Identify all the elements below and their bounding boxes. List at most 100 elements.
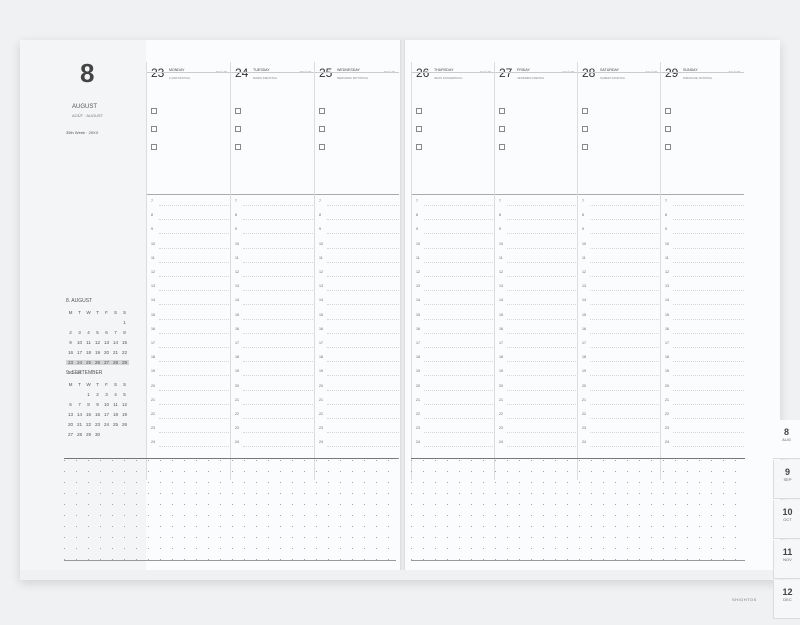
grid-dot	[507, 504, 508, 505]
grid-dot	[124, 504, 125, 505]
task-checkbox[interactable]	[151, 126, 157, 132]
mini-calendar-day: 14	[76, 412, 83, 417]
grid-dot	[435, 537, 436, 538]
grid-dot	[591, 526, 592, 527]
grid-dot	[519, 504, 520, 505]
mini-calendar-day: 21	[76, 422, 83, 427]
task-checkbox[interactable]	[319, 144, 325, 150]
grid-dot	[675, 460, 676, 461]
hour-line	[159, 233, 231, 235]
hour-label: 9	[499, 227, 501, 232]
grid-dot	[699, 504, 700, 505]
hour-line	[424, 261, 495, 264]
task-checkbox[interactable]	[151, 108, 157, 114]
grid-dot	[76, 460, 77, 461]
grid-dot	[136, 482, 137, 483]
hour-line	[327, 389, 399, 392]
grid-dot	[172, 482, 173, 483]
task-checkbox[interactable]	[499, 126, 505, 132]
task-checkbox[interactable]	[416, 144, 422, 150]
task-checkbox[interactable]	[319, 108, 325, 114]
task-checkbox[interactable]	[416, 108, 422, 114]
grid-dot	[124, 548, 125, 549]
month-tab-oct[interactable]: 10 OCT	[773, 500, 800, 539]
grid-dot	[136, 460, 137, 461]
task-checkbox[interactable]	[499, 108, 505, 114]
hour-line	[327, 375, 399, 377]
grid-dot	[64, 482, 65, 483]
hour-label: 8	[665, 213, 667, 218]
grid-dot	[591, 548, 592, 549]
task-checkbox[interactable]	[665, 126, 671, 132]
grid-dot	[76, 482, 77, 483]
grid-dot	[567, 493, 568, 494]
mini-calendar-day: 28	[111, 360, 120, 365]
grid-dot	[232, 515, 233, 516]
grid-dot	[663, 515, 664, 516]
grid-dot	[663, 460, 664, 461]
hour-label: 16	[665, 326, 669, 331]
task-checkbox[interactable]	[582, 108, 588, 114]
day-header-rule	[578, 72, 661, 73]
task-checkbox[interactable]	[416, 126, 422, 132]
hour-label: 16	[582, 326, 586, 331]
mini-calendar-day: 18	[85, 350, 92, 355]
month-tab-sep[interactable]: 9 SEP	[773, 460, 800, 499]
grid-dot	[160, 537, 161, 538]
hour-line	[507, 403, 578, 406]
grid-dot	[364, 537, 365, 538]
grid-dot	[471, 537, 472, 538]
grid-dot	[124, 537, 125, 538]
task-checkbox[interactable]	[665, 108, 671, 114]
hour-line	[159, 318, 231, 321]
grid-dot	[723, 515, 724, 516]
task-checkbox[interactable]	[319, 126, 325, 132]
grid-dot	[735, 482, 736, 483]
hours-top-rule	[661, 194, 744, 195]
hour-line	[590, 304, 661, 306]
month-tab-nov[interactable]: 11 NOV	[773, 540, 800, 579]
grid-dot	[651, 515, 652, 516]
grid-dot	[423, 482, 424, 483]
mini-calendar-weekday: S	[113, 310, 118, 315]
task-checkbox[interactable]	[151, 144, 157, 150]
grid-dot	[184, 548, 185, 549]
grid-dot	[543, 537, 544, 538]
grid-dot	[364, 548, 365, 549]
month-tab-aug[interactable]: 8 AUG	[773, 420, 800, 459]
grid-dot	[495, 482, 496, 483]
grid-dot	[280, 526, 281, 527]
grid-dot	[531, 548, 532, 549]
task-checkbox[interactable]	[582, 126, 588, 132]
grid-dot	[244, 504, 245, 505]
grid-dot	[555, 493, 556, 494]
grid-dot	[471, 471, 472, 472]
grid-dot	[268, 471, 269, 472]
week-label: 35th Week · 20XX	[66, 130, 99, 135]
grid-dot	[220, 526, 221, 527]
grid-dot	[627, 471, 628, 472]
grid-dot	[256, 460, 257, 461]
task-checkbox[interactable]	[235, 144, 241, 150]
hour-label: 8	[319, 213, 321, 218]
hour-line	[243, 233, 315, 235]
hour-label: 22	[416, 412, 420, 416]
task-checkbox[interactable]	[582, 144, 588, 150]
mini-calendar-day: 27	[67, 432, 74, 437]
hour-label: 22	[499, 412, 503, 416]
task-checkbox[interactable]	[235, 108, 241, 114]
grid-dot	[328, 471, 329, 472]
grid-dot	[447, 537, 448, 538]
hour-label: 21	[416, 397, 420, 402]
task-checkbox[interactable]	[499, 144, 505, 150]
grid-dot	[459, 493, 460, 494]
hour-label: 23	[151, 426, 155, 431]
grid-dot	[196, 471, 197, 472]
month-tab-dec[interactable]: 12 DEC	[773, 580, 800, 619]
task-checkbox[interactable]	[665, 144, 671, 150]
hour-label: 24	[499, 440, 503, 445]
grid-dot	[172, 460, 173, 461]
grid-dot	[711, 471, 712, 472]
grid-dot	[112, 471, 113, 472]
task-checkbox[interactable]	[235, 126, 241, 132]
